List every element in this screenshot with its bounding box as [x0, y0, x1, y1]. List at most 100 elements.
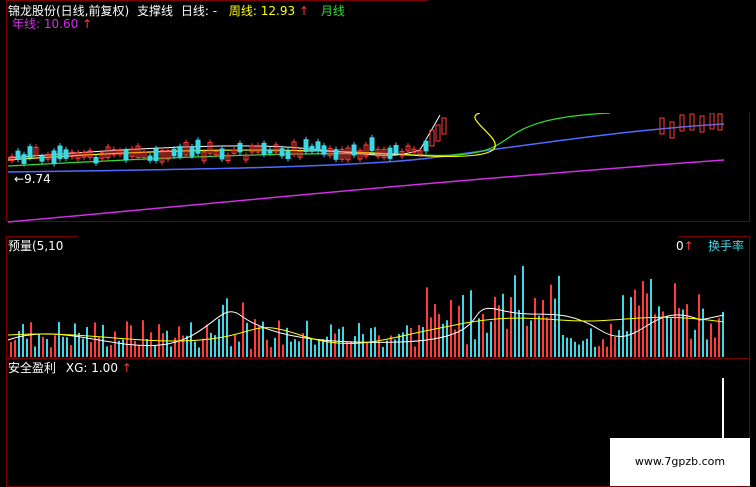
volume-bar: [134, 340, 136, 357]
volume-bar: [190, 322, 192, 357]
candle-body: [123, 150, 129, 161]
volume-bar: [142, 320, 144, 357]
candle-body: [441, 117, 447, 135]
volume-bar: [58, 321, 60, 357]
volume-bar: [206, 324, 208, 357]
turnover-label: 换手率: [708, 239, 745, 253]
candle-body: [679, 114, 685, 132]
volume-bar: [510, 297, 512, 357]
candle-body: [285, 150, 291, 160]
volume-bar: [366, 342, 368, 357]
volume-bar: [466, 344, 468, 357]
up-arrow-icon: ↑: [683, 239, 694, 253]
volume-bar: [526, 325, 528, 357]
indicator-label: 安全盈利: [8, 361, 57, 375]
volume-bar: [630, 297, 632, 357]
candle-body: [669, 121, 675, 139]
volume-bar: [398, 334, 400, 357]
volume-bar: [474, 339, 476, 357]
volume-bar: [514, 275, 516, 357]
volume-bar: [426, 287, 428, 357]
candle-body: [21, 154, 27, 164]
volume-bar: [478, 318, 480, 357]
candle-body: [309, 145, 315, 152]
volume-bar: [718, 318, 720, 357]
volume-bar: [154, 345, 156, 357]
volume-bar: [294, 339, 296, 357]
volume-bar: [322, 339, 324, 357]
volume-bar: [498, 305, 500, 357]
volume-bar: [170, 346, 172, 357]
volume-bar: [686, 304, 688, 357]
volume-bar: [578, 344, 580, 357]
volume-bar: [566, 337, 568, 357]
watermark: www.7gpzb.com: [610, 438, 750, 486]
volume-bar: [282, 344, 284, 357]
volume-bar: [542, 299, 544, 357]
volume-bar: [558, 275, 560, 357]
xg-value: 1.00: [91, 361, 118, 375]
volume-bar: [150, 332, 152, 357]
volume-bar: [306, 320, 308, 357]
candle-body: [147, 155, 153, 161]
arrow-left-icon: ←: [14, 172, 25, 186]
low-price-marker: ←9.74: [14, 172, 51, 186]
candle-body: [435, 124, 441, 142]
candle-body: [237, 142, 243, 153]
volume-bar: [318, 339, 320, 357]
candle-body: [27, 146, 33, 158]
candle-body: [351, 144, 357, 156]
candle-body: [153, 148, 159, 161]
volume-bar: [574, 341, 576, 357]
volume-bar: [490, 321, 492, 357]
candle-body: [63, 149, 69, 159]
volume-bar: [414, 346, 416, 357]
candle-body: [195, 139, 201, 154]
volume-bar: [210, 332, 212, 357]
volume-bar: [138, 345, 140, 357]
volume-bar: [698, 294, 700, 357]
volume-bar: [50, 347, 52, 357]
volume-bar: [326, 336, 328, 357]
volume-bar: [682, 309, 684, 357]
volume-bar: [410, 327, 412, 357]
volume-bar: [66, 337, 68, 357]
volume-right-value: 0↑: [676, 239, 694, 253]
volume-title: 预量(5,10: [8, 239, 64, 253]
xg-label: XG:: [65, 361, 88, 375]
volume-bar: [598, 346, 600, 357]
volume-bar: [202, 338, 204, 357]
volume-bar: [710, 323, 712, 357]
volume-bar: [182, 335, 184, 357]
volume-bar: [518, 310, 520, 357]
volume-bar: [242, 302, 244, 357]
volume-bar: [594, 346, 596, 357]
indicator-title: 安全盈利 XG: 1.00 ↑: [8, 361, 132, 375]
volume-bar: [530, 320, 532, 357]
volume-bar: [722, 311, 724, 357]
candle-body: [321, 145, 327, 155]
volume-bar: [74, 323, 76, 357]
volume-bar: [234, 335, 236, 357]
volume-bar: [622, 295, 624, 357]
volume-bar: [486, 332, 488, 357]
volume-bar: [642, 281, 644, 357]
volume-bar: [46, 339, 48, 357]
volume-bar: [570, 338, 572, 357]
volume-bar: [618, 330, 620, 357]
volume-bar: [194, 341, 196, 357]
candle-body: [189, 146, 195, 157]
volume-bar: [334, 333, 336, 357]
candle-body: [689, 113, 695, 131]
volume-bar: [250, 348, 252, 357]
volume-bar: [42, 336, 44, 357]
volume-bar: [130, 325, 132, 357]
volume-bar: [314, 344, 316, 357]
candle-body: [717, 113, 723, 131]
candle-body: [659, 117, 665, 135]
volume-bar: [226, 298, 228, 357]
obscured-region-middle: [78, 222, 678, 266]
candle-body: [57, 145, 63, 160]
volume-bar: [506, 328, 508, 357]
volume-bar: [310, 338, 312, 357]
